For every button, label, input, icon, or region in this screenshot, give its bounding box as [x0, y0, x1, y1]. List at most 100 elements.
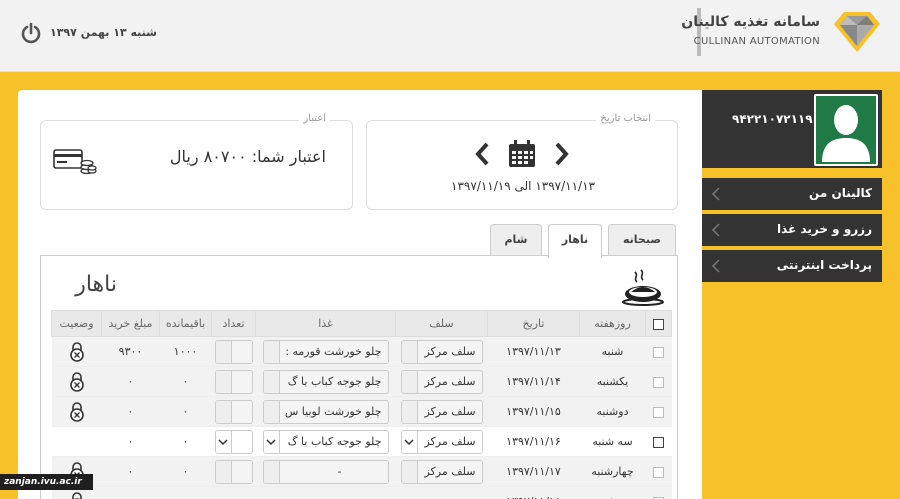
column-header: تاریخ — [487, 310, 580, 337]
lock-icon — [71, 491, 82, 499]
sidebar: ۹۴۲۲۱۰۷۲۱۱۹۰۱۸ کالینان من رزرو و خرید غذ… — [702, 90, 882, 499]
chevron-down-icon — [215, 340, 232, 363]
select-all-checkbox[interactable] — [653, 318, 664, 330]
self-select[interactable]: سلف مرکز — [400, 429, 483, 454]
quantity-select[interactable] — [214, 369, 253, 394]
quantity-select[interactable] — [214, 399, 253, 424]
sidebar-item-my-cullinan[interactable]: کالینان من — [702, 178, 882, 210]
row-checkbox[interactable] — [653, 376, 664, 388]
date-cell: ۱۳۹۷/۱۱/۱۴ — [487, 366, 580, 397]
table-row: دوشنبه ۱۳۹۷/۱۱/۱۵ سلف مرکز چلو خورشت لوب… — [51, 396, 672, 427]
tab-dinner[interactable]: شام — [490, 224, 542, 256]
remaining-cell: ۰ — [159, 366, 212, 397]
food-select[interactable]: چلو جوجه کباب با گ — [262, 369, 389, 394]
chevron-down-icon — [215, 460, 232, 483]
row-checkbox[interactable] — [653, 466, 664, 478]
self-select[interactable]: سلف مرکز — [400, 459, 483, 484]
remaining-cell: ۱۰۰۰ — [159, 336, 212, 367]
tab-lunch[interactable]: ناهار — [548, 224, 602, 258]
food-select[interactable]: - — [262, 459, 389, 484]
column-header: تعداد — [211, 310, 256, 337]
chevron-down-icon — [263, 460, 280, 483]
chevron-down-icon — [215, 370, 232, 393]
sidebar-item-online-payment[interactable]: پرداخت اینترنتی — [702, 250, 882, 282]
chevron-down-icon — [263, 400, 280, 423]
current-date: شنبه ۱۳ بهمن ۱۳۹۷ — [50, 26, 157, 39]
quantity-select[interactable] — [214, 429, 253, 454]
row-checkbox[interactable] — [653, 436, 664, 448]
sidebar-item-label: رزرو و خرید غذا — [777, 222, 872, 236]
chevron-left-icon — [711, 259, 720, 273]
tab-breakfast[interactable]: صبحانه — [608, 224, 676, 256]
chevron-down-icon — [401, 400, 418, 423]
remaining-cell: ۰ — [159, 456, 212, 487]
date-cell: ۱۳۹۷/۱۱/۱۸ — [487, 486, 580, 499]
price-cell: ۰ — [101, 426, 160, 457]
price-cell: ۰ — [101, 396, 160, 427]
date-selector: انتخاب تاریخ ۱۳۹۷/۱۱/۱۳ الی ۱۳۹۷/۱۱/۱۹ — [366, 113, 678, 210]
day-cell: شنبه — [579, 336, 646, 367]
row-checkbox[interactable] — [653, 406, 664, 418]
table-row: یکشنبه ۱۳۹۷/۱۱/۱۴ سلف مرکز چلو جوجه کباب… — [51, 366, 672, 397]
table-row: شنبه ۱۳۹۷/۱۱/۱۳ سلف مرکز چلو خورشت قورمه… — [51, 336, 672, 367]
table-header-row: روزهفته تاریخ سلف غذا تعداد باقیمانده مب… — [51, 310, 672, 337]
date-cell: ۱۳۹۷/۱۱/۱۷ — [487, 456, 580, 487]
chevron-down-icon — [263, 340, 280, 363]
chevron-left-icon[interactable] — [473, 141, 493, 167]
self-select[interactable]: سلف مرکز — [400, 369, 483, 394]
avatar — [814, 94, 878, 166]
calendar-icon[interactable] — [507, 139, 537, 169]
main-panel: انتخاب تاریخ ۱۳۹۷/۱۱/۱۳ الی ۱۳۹۷/۱۱/۱۹ ا… — [18, 90, 702, 499]
column-header: مبلغ خرید — [101, 310, 160, 337]
table-row: چهارشنبه ۱۳۹۷/۱۱/۱۷ سلف مرکز - ۰ ۰ — [51, 456, 672, 487]
profile-card: ۹۴۲۲۱۰۷۲۱۱۹۰۱۸ — [702, 90, 882, 168]
credit-card-coins-icon — [53, 149, 97, 175]
chevron-down-icon — [401, 430, 418, 453]
column-header: غذا — [255, 310, 396, 337]
lock-icon — [69, 371, 84, 392]
chevron-down-icon — [401, 340, 418, 363]
user-icon — [822, 105, 870, 162]
date-cell: ۱۳۹۷/۱۱/۱۳ — [487, 336, 580, 367]
food-select[interactable]: چلو خورشت قورمه : — [262, 339, 389, 364]
diamond-logo-icon — [834, 12, 880, 52]
brand-title: سامانه تغذیه کالینان — [681, 14, 820, 30]
chevron-down-icon — [401, 370, 418, 393]
self-select[interactable]: سلف مرکز — [400, 399, 483, 424]
lock-icon — [69, 341, 84, 362]
quantity-select[interactable] — [214, 459, 253, 484]
chevron-left-icon — [711, 223, 720, 237]
food-select[interactable]: چلو خورشت لوبیا س — [262, 399, 389, 424]
status-cell — [51, 426, 102, 457]
chevron-down-icon — [215, 400, 232, 423]
chevron-right-icon[interactable] — [551, 141, 571, 167]
credit-amount: اعتبار شما: ۸۰۷۰۰ ریال — [169, 147, 326, 166]
meal-title: ناهار — [75, 272, 117, 297]
row-checkbox[interactable] — [653, 346, 664, 358]
day-cell: چهارشنبه — [579, 456, 646, 487]
table-row: پنجشنبه ۱۳۹۷/۱۱/۱۸ — [51, 486, 672, 499]
day-cell: پنجشنبه — [579, 486, 646, 499]
lunch-panel: ناهار روزهفته تاریخ سلف غذا تعداد باقیما… — [40, 255, 678, 499]
meals-table: روزهفته تاریخ سلف غذا تعداد باقیمانده مب… — [51, 310, 672, 499]
power-icon[interactable] — [20, 22, 42, 44]
date-cell: ۱۳۹۷/۱۱/۱۵ — [487, 396, 580, 427]
food-select[interactable]: چلو جوجه کباب با گ — [262, 429, 389, 454]
sidebar-item-label: پرداخت اینترنتی — [776, 258, 872, 272]
chevron-down-icon — [263, 430, 280, 453]
price-cell: ۰ — [101, 366, 160, 397]
sidebar-item-label: کالینان من — [809, 186, 872, 200]
quantity-select[interactable] — [214, 339, 253, 364]
credit-legend: اعتبار — [299, 113, 330, 124]
day-cell: سه شنبه — [579, 426, 646, 457]
sidebar-item-reserve-food[interactable]: رزرو و خرید غذا — [702, 214, 882, 246]
date-cell: ۱۳۹۷/۱۱/۱۶ — [487, 426, 580, 457]
price-cell: ۰ — [101, 456, 160, 487]
date-selector-legend: انتخاب تاریخ — [596, 113, 655, 124]
site-watermark: zanjan.ivu.ac.ir — [0, 474, 93, 490]
lock-icon — [69, 401, 84, 422]
chevron-left-icon — [711, 187, 720, 201]
self-select[interactable]: سلف مرکز — [400, 339, 483, 364]
day-cell: یکشنبه — [579, 366, 646, 397]
column-header: سلف — [395, 310, 488, 337]
